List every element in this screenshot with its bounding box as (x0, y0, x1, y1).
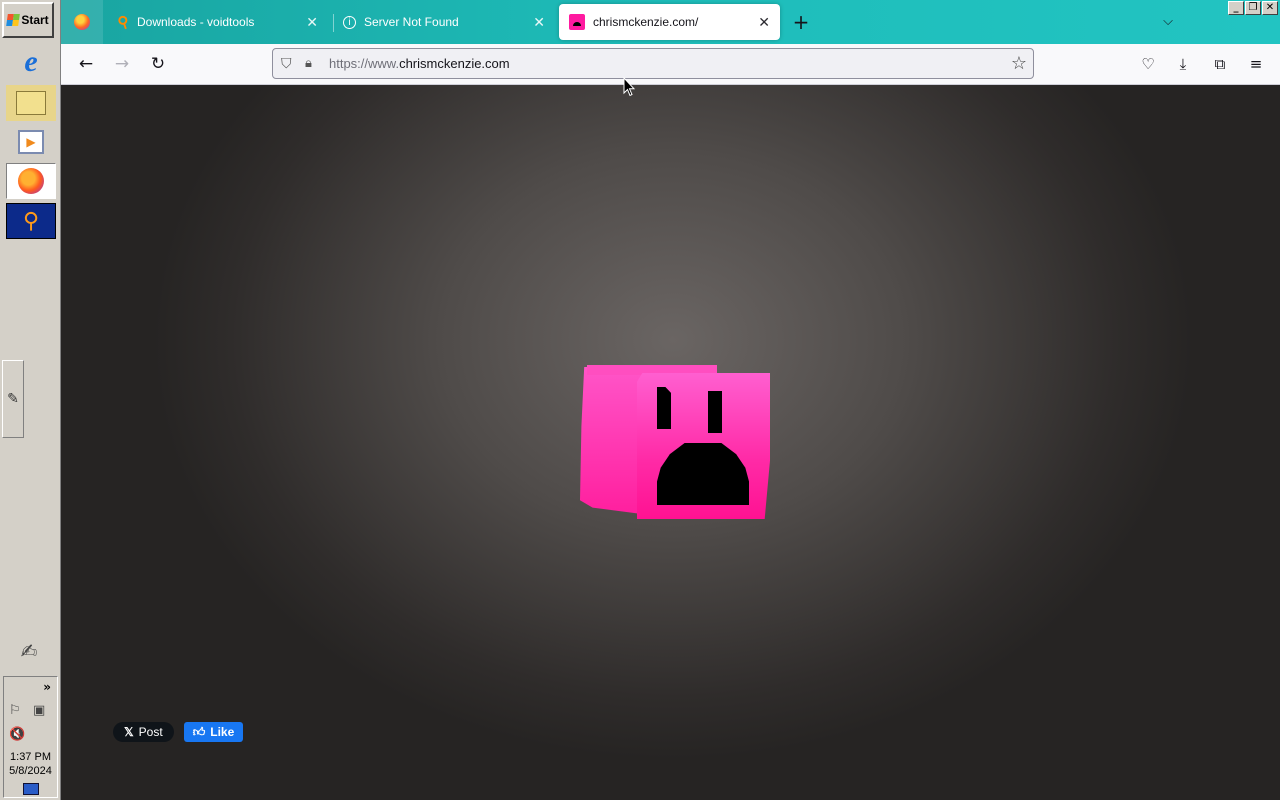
tab-downloads-voidtools[interactable]: ⚲ Downloads - voidtools ✕ (108, 4, 328, 40)
left-eye (657, 387, 671, 429)
firefox-view-button[interactable] (61, 0, 103, 44)
url-text[interactable]: https://www.chrismckenzie.com (329, 56, 510, 71)
downloads-icon[interactable]: ⤓ (1171, 52, 1195, 76)
social-buttons: 𝕏 Post 👍︎ Like (113, 722, 244, 742)
notification-area: » ⚐ ▣ 🔇 1:37 PM 5/8/2024 (3, 676, 58, 798)
restore-button[interactable]: ❐ (1245, 1, 1261, 15)
windows-taskbar: Start e ▶ ⚲ ✎ ✍ » ⚐ ▣ 🔇 1:37 PM 5/8/2024 (0, 0, 61, 800)
tab-title: Server Not Found (364, 15, 459, 29)
thumbs-up-icon: 👍︎ (192, 724, 206, 739)
clock-date: 5/8/2024 (9, 765, 52, 777)
volume-muted-icon[interactable]: 🔇 (9, 727, 25, 742)
close-window-button[interactable]: ✕ (1262, 1, 1278, 15)
start-label: Start (21, 13, 49, 27)
page-content: 𝕏 Post 👍︎ Like (61, 85, 1280, 800)
close-tab-icon[interactable]: ✕ (758, 14, 770, 31)
list-all-tabs-chevron-icon[interactable]: ⌵ (1156, 10, 1180, 34)
new-tab-button[interactable]: + (789, 10, 813, 34)
lock-icon[interactable]: 🔒︎ (305, 56, 319, 71)
url-prefix: https://www. (329, 56, 400, 71)
network-tray-icon[interactable]: ▣ (33, 703, 45, 718)
x-post-label: Post (138, 725, 163, 739)
reload-button[interactable]: ↻ (144, 52, 172, 76)
close-tab-icon[interactable]: ✕ (533, 14, 545, 31)
facebook-like-button[interactable]: 👍︎ Like (183, 722, 244, 742)
url-domain: chrismckenzie.com (399, 56, 510, 71)
media-player-icon[interactable]: ▶ (6, 124, 56, 160)
address-bar[interactable]: ⛉ 🔒︎ https://www.chrismckenzie.com ☆ (272, 48, 1034, 79)
mouse-pointer-icon (623, 77, 635, 97)
firefox-icon[interactable] (6, 163, 56, 199)
right-eye (708, 391, 722, 433)
angry-pink-cube-logo[interactable] (579, 365, 773, 523)
firefox-window: ⚲ Downloads - voidtools ✕ i Server Not F… (61, 0, 1280, 800)
magnifier-icon: ⚲ (115, 12, 132, 33)
navigation-toolbar: ← → ↻ ⛉ 🔒︎ https://www.chrismckenzie.com… (61, 44, 1280, 85)
forward-button[interactable]: → (108, 52, 136, 76)
x-logo-icon: 𝕏 (124, 725, 134, 739)
desktop-tray-icon[interactable] (23, 783, 39, 795)
firefox-logo-icon (74, 14, 90, 30)
tab-chrismckenzie[interactable]: chrismckenzie.com/ ✕ (559, 4, 780, 40)
toolbar-handle[interactable]: ✎ (2, 360, 24, 438)
tab-server-not-found[interactable]: i Server Not Found ✕ (333, 4, 555, 40)
windows-explorer-icon[interactable] (6, 85, 56, 121)
close-tab-icon[interactable]: ✕ (306, 14, 318, 31)
tracking-protection-shield-icon[interactable]: ⛉ (281, 56, 295, 72)
bookmark-star-icon[interactable]: ☆ (1011, 53, 1027, 74)
info-icon: i (343, 15, 356, 29)
windows-flag-icon (6, 14, 21, 26)
handwriting-app-icon[interactable]: ✍ (10, 634, 48, 668)
back-button[interactable]: ← (72, 52, 100, 76)
minimize-button[interactable]: _ (1228, 1, 1244, 15)
flag-tray-icon[interactable]: ⚐ (9, 703, 21, 718)
clock-time: 1:37 PM (10, 751, 51, 763)
menu-hamburger-icon[interactable]: ≡ (1244, 52, 1268, 76)
extensions-icon[interactable]: ⧉ (1208, 52, 1232, 76)
x-post-button[interactable]: 𝕏 Post (113, 722, 174, 742)
pen-icon: ✎ (7, 391, 19, 407)
fb-like-label: Like (210, 725, 235, 739)
internet-explorer-icon[interactable]: e (6, 44, 56, 80)
everything-search-icon[interactable]: ⚲ (6, 203, 56, 239)
start-button[interactable]: Start (2, 2, 54, 38)
tab-title: Downloads - voidtools (137, 15, 255, 29)
tab-strip: ⚲ Downloads - voidtools ✕ i Server Not F… (61, 0, 1280, 44)
tab-title: chrismckenzie.com/ (593, 15, 699, 29)
pink-cube-icon (569, 14, 585, 30)
pocket-icon[interactable]: ♡ (1136, 52, 1160, 76)
tray-expand-button[interactable]: » (43, 680, 51, 694)
